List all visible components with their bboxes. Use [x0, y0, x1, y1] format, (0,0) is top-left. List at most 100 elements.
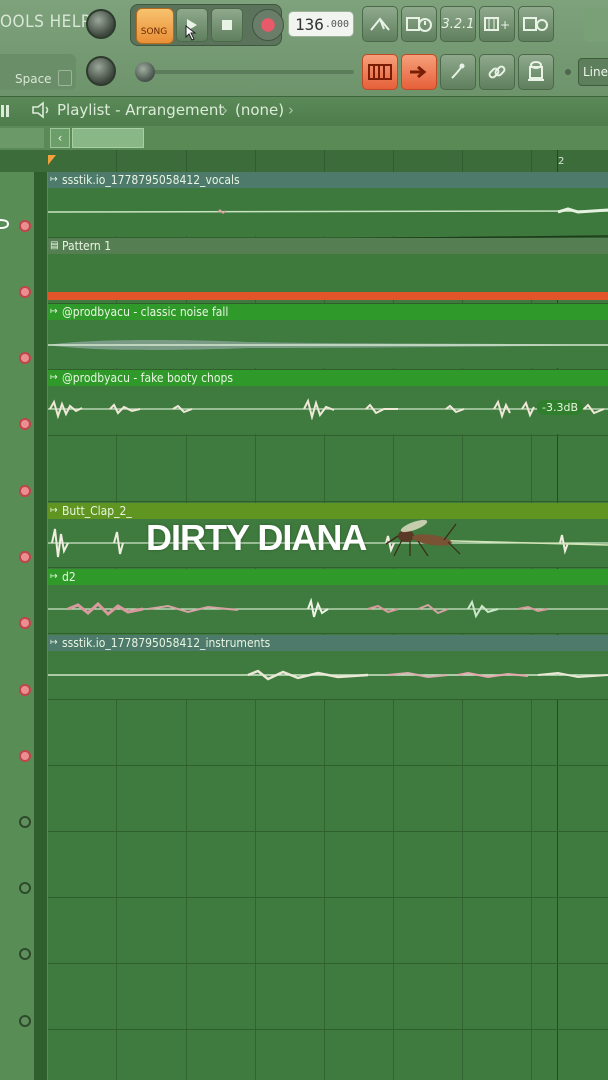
piano-roll-button[interactable]	[362, 54, 398, 90]
mosquito-icon	[384, 514, 464, 558]
master-pitch-slider-track	[138, 70, 354, 74]
plug-icon	[451, 63, 465, 79]
countdown-button[interactable]: 3.2.1	[440, 6, 476, 42]
track-mute-button[interactable]	[19, 882, 31, 894]
track-separator	[48, 1029, 608, 1030]
track-mute-button[interactable]	[19, 220, 31, 232]
plugin-stack-icon	[528, 61, 544, 81]
stop-icon	[222, 20, 232, 30]
clip-header[interactable]: ↦ ssstik.io_1778795058412_vocals	[48, 172, 608, 188]
track-separator	[48, 765, 608, 766]
clip-header[interactable]: ↦ @prodbyacu - classic noise fall	[48, 304, 608, 320]
track-mute-button[interactable]	[19, 948, 31, 960]
track-mute-button[interactable]	[19, 551, 31, 563]
track-separator	[48, 501, 608, 502]
cpu-panel	[584, 8, 608, 42]
speaker-icon[interactable]	[31, 101, 51, 119]
waveform	[48, 664, 608, 686]
tempo-value: 136	[295, 14, 324, 34]
plugin-picker-button[interactable]	[518, 54, 554, 90]
automation-line	[47, 228, 608, 243]
track-mute-button[interactable]	[19, 617, 31, 629]
clip-header[interactable]: ↦ @prodbyacu - fake booty chops	[48, 370, 608, 386]
pattern-clip-icon: ▤	[50, 240, 59, 251]
clip-name: ssstik.io_1778795058412_vocals	[62, 173, 240, 187]
track-link-icon	[0, 216, 12, 230]
track-mute-button[interactable]	[19, 485, 31, 497]
playlist-separator: ›	[222, 101, 228, 119]
toolbar-mini-icons	[0, 128, 44, 148]
track-separator	[48, 963, 608, 964]
svg-text:+: +	[500, 18, 510, 32]
track-mute-button[interactable]	[19, 750, 31, 762]
clip-header[interactable]: ▤ Pattern 1	[48, 238, 608, 254]
track-mute-button[interactable]	[19, 286, 31, 298]
clip-name: Butt_Clap_2_	[62, 504, 132, 518]
metronome-icon	[370, 17, 390, 31]
menu-bar[interactable]: OOLS HELP	[0, 12, 91, 32]
track-mute-button[interactable]	[19, 684, 31, 696]
track-header-divider	[34, 172, 47, 1080]
pattern-selector[interactable]: (none)	[235, 101, 284, 119]
step-edit-button[interactable]: +	[479, 6, 515, 42]
master-pitch-slider-thumb[interactable]	[135, 62, 155, 82]
track-separator	[48, 699, 608, 700]
song-mode-label: SONG	[140, 27, 168, 37]
snap-selector[interactable]: Line	[578, 58, 608, 86]
waveform	[48, 598, 608, 620]
countdown-icon: 3.2.1	[441, 16, 475, 32]
ruler-bar-2: 2	[558, 156, 565, 167]
playlist-title: Playlist - Arrangement	[57, 101, 225, 119]
playhead-marker-icon[interactable]	[48, 150, 56, 165]
audio-clip-icon: ↦	[50, 306, 58, 317]
track-separator	[48, 831, 608, 832]
clip-name: ssstik.io_1778795058412_instruments	[62, 636, 271, 650]
playlist-menu-icon[interactable]	[0, 103, 14, 117]
master-pitch-knob[interactable]	[86, 56, 116, 86]
stop-button[interactable]	[211, 8, 243, 42]
clip-volume-badge[interactable]: -3.3dB	[537, 400, 583, 415]
track-mute-button[interactable]	[19, 352, 31, 364]
track-separator	[48, 897, 608, 898]
space-label: Space	[15, 72, 52, 86]
piano-clock-icon	[406, 17, 432, 32]
track-mute-button[interactable]	[19, 418, 31, 430]
track-mute-button[interactable]	[19, 816, 31, 828]
clip-name: @prodbyacu - fake booty chops	[62, 371, 233, 385]
song-mode-button[interactable]	[136, 8, 174, 44]
scroll-left-button[interactable]: ‹	[50, 128, 70, 148]
clip-header[interactable]: ↦ d2	[48, 569, 608, 585]
chain-link-icon	[488, 65, 506, 79]
waveform	[48, 200, 608, 224]
pattern-selector-arrow-icon[interactable]: ›	[288, 101, 294, 119]
tempo-display[interactable]: 136.000	[288, 11, 354, 37]
time-ruler[interactable]	[0, 150, 608, 173]
clip-name: Pattern 1	[62, 239, 112, 253]
automation-button[interactable]	[440, 54, 476, 90]
record-button[interactable]	[252, 9, 284, 41]
mouse-cursor-icon	[182, 24, 200, 42]
waveform	[48, 398, 608, 420]
master-volume-knob[interactable]	[86, 9, 116, 39]
overlay-caption: DIRTY DIANA	[146, 517, 367, 558]
snap-indicator-icon	[565, 69, 571, 75]
metronome-button[interactable]	[362, 6, 398, 42]
loop-record-button[interactable]	[518, 6, 554, 42]
link-button[interactable]	[479, 54, 515, 90]
audio-clip-icon: ↦	[50, 637, 58, 648]
arrow-right-icon	[410, 65, 427, 79]
piano-keys-icon	[368, 64, 392, 80]
tempo-fraction: .000	[324, 18, 349, 30]
clip-name: @prodbyacu - classic noise fall	[62, 305, 229, 319]
track-mute-button[interactable]	[19, 1015, 31, 1027]
piano-plus-icon: +	[484, 17, 510, 32]
step-forward-button[interactable]	[401, 54, 437, 90]
wait-record-button[interactable]	[401, 6, 437, 42]
clip-body	[48, 254, 608, 292]
waveform	[48, 335, 608, 355]
audio-clip-icon: ↦	[50, 174, 58, 185]
clip-header[interactable]: ↦ ssstik.io_1778795058412_instruments	[48, 635, 608, 651]
audio-clip-icon: ↦	[50, 505, 58, 516]
track-separator	[48, 567, 608, 568]
horizontal-scrollbar-thumb[interactable]	[72, 128, 144, 148]
